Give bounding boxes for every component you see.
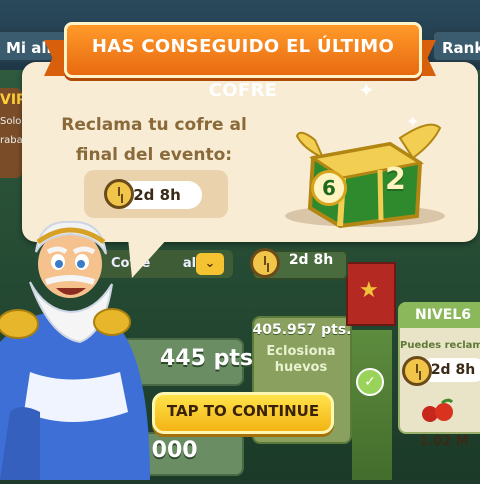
popup-message: Reclama tu cofre al final del evento:: [61, 115, 247, 165]
chest-level-badge: 6: [311, 170, 347, 206]
checkmark-icon: ✓: [356, 368, 384, 396]
vip-panel: VIP Solo raba: [0, 88, 26, 178]
level-reward-value: 1.02 M: [419, 434, 469, 449]
tab-ranking[interactable]: Rankin: [432, 30, 480, 62]
chest-side-digit: 2: [385, 162, 406, 197]
level-title: NIVEL6: [398, 302, 480, 328]
level-track: [352, 330, 392, 480]
popup-title: HAS CONSEGUIDO EL ÚLTIMO COFRE: [64, 22, 422, 101]
level-subtitle: Puedes reclamarl: [400, 340, 480, 351]
flag-banner: ★: [346, 262, 396, 326]
clock-icon: [104, 179, 134, 209]
tap-to-continue-button[interactable]: TAP TO CONTINUE: [152, 392, 334, 434]
cofre-expand-button[interactable]: ⌄: [196, 253, 224, 275]
vip-line-1: Solo: [0, 116, 22, 127]
eclosiona-label: Eclosiona huevos: [266, 344, 336, 375]
zeus-character: [0, 212, 170, 480]
winged-chest-icon: 6 2: [295, 118, 445, 229]
star-icon: ★: [359, 278, 379, 303]
cofre-label-suffix: al: [182, 256, 197, 271]
vip-line-2: raba: [0, 135, 23, 146]
clock-icon: [402, 356, 432, 386]
eclosiona-points: 405.957 pts.: [252, 322, 352, 338]
clock-icon: [250, 248, 280, 278]
apple-reward-icon: [420, 398, 456, 426]
points-value: 445 pts.: [160, 346, 262, 371]
sparkle-icon: ✦: [358, 78, 375, 102]
cofre-timer: 2d 8h: [288, 252, 334, 268]
